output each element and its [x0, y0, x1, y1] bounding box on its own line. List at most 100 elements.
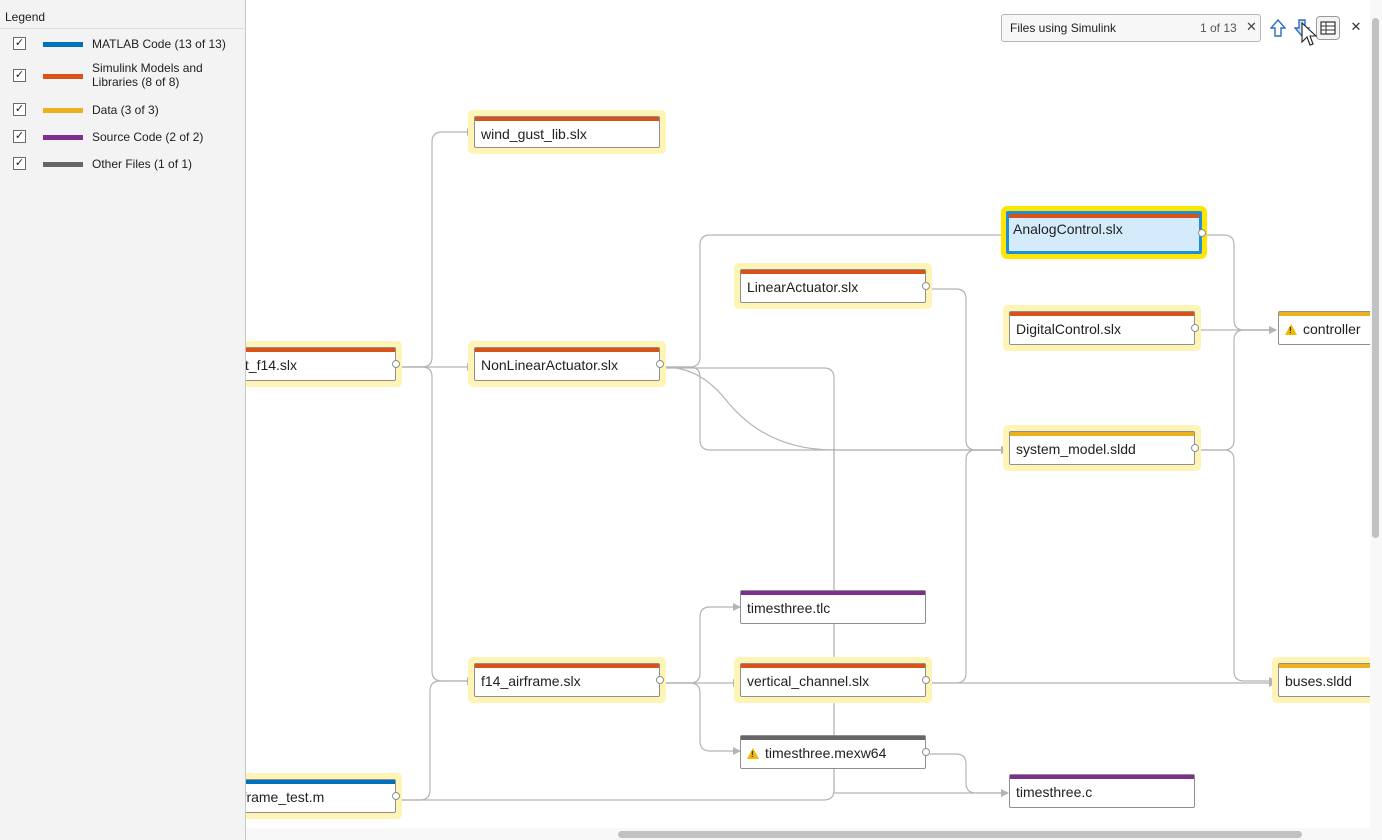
node-vertical-channel[interactable]: vertical_channel.slx — [734, 657, 932, 703]
edge-nonlinear-to-systemmodel — [664, 366, 1009, 454]
node-port[interactable] — [392, 792, 400, 800]
edge-nonlinear-cross — [663, 366, 1008, 451]
node-label-wrap: timesthree.mexw64 — [747, 745, 886, 761]
node-label: vertical_channel.slx — [747, 673, 870, 689]
node-type-bar — [1010, 312, 1194, 316]
node-timesthree-mexw64[interactable]: timesthree.mexw64 — [734, 729, 932, 775]
horizontal-scroll-thumb[interactable] — [618, 831, 1302, 838]
node-box: wind_gust_lib.slx — [474, 116, 660, 148]
node-timesthree-tlc[interactable]: timesthree.tlc — [734, 584, 932, 630]
close-search-button[interactable]: ✕ — [1344, 16, 1368, 40]
node-port[interactable] — [922, 748, 930, 756]
close-icon: ✕ — [1350, 19, 1362, 34]
node-label: system_model.sldd — [1016, 441, 1136, 457]
checkbox-source-code[interactable]: ✓ — [13, 130, 26, 143]
node-port[interactable] — [922, 282, 930, 290]
node-label: controller — [1303, 321, 1361, 337]
edge-project-to-windgust — [400, 128, 475, 368]
node-port[interactable] — [656, 360, 664, 368]
node-box: timesthree.c — [1009, 774, 1195, 808]
clear-search-icon[interactable]: ✕ — [1246, 19, 1257, 35]
node-port[interactable] — [1191, 444, 1199, 452]
edge-vertical-to-systemmodel — [930, 449, 1008, 684]
node-airframe-test[interactable]: airframe_test.m — [246, 773, 402, 819]
node-label: DigitalControl.slx — [1016, 321, 1122, 337]
node-port[interactable] — [392, 360, 400, 368]
node-type-bar — [741, 664, 925, 668]
node-port[interactable] — [656, 676, 664, 684]
swatch-matlab-code — [43, 42, 83, 47]
node-timesthree-c[interactable]: timesthree.c — [1003, 768, 1201, 814]
node-box: timesthree.tlc — [740, 590, 926, 624]
node-label: timesthree.mexw64 — [765, 745, 887, 761]
horizontal-scrollbar[interactable] — [246, 828, 1370, 840]
node-label: AnalogControl.slx — [1013, 221, 1123, 237]
node-type-bar — [246, 780, 395, 784]
node-type-bar — [1010, 432, 1194, 436]
node-type-bar — [741, 591, 925, 595]
node-port[interactable] — [1191, 324, 1199, 332]
previous-result-button[interactable] — [1266, 16, 1290, 40]
table-icon — [1320, 21, 1336, 35]
node-box: controller — [1278, 311, 1382, 345]
checkbox-matlab-code[interactable]: ✓ — [13, 37, 26, 50]
legend-label-simulink: Simulink Models and Libraries (8 of 8) — [92, 61, 203, 89]
node-linear-actuator[interactable]: LinearActuator.slx — [734, 263, 932, 309]
search-field[interactable]: Files using Simulink 1 of 13 ✕ — [1001, 14, 1261, 42]
node-digital-control[interactable]: DigitalControl.slx — [1003, 305, 1201, 351]
node-box: ject_f14.slx — [246, 347, 400, 381]
node-wind-gust-lib[interactable]: wind_gust_lib.slx — [468, 110, 666, 154]
node-box: buses.sldd — [1278, 663, 1382, 697]
edge-analog-to-controller — [1199, 234, 1277, 334]
node-type-bar — [1009, 214, 1199, 218]
checkbox-other-files[interactable]: ✓ — [13, 157, 26, 170]
node-type-bar — [1010, 775, 1194, 779]
node-analog-control-selected[interactable]: AnalogControl.slx — [1001, 206, 1207, 259]
node-box: AnalogControl.slx — [1006, 211, 1206, 254]
warning-icon — [747, 748, 759, 759]
edge-f14-to-mexw64 — [664, 682, 741, 755]
node-port[interactable] — [922, 676, 930, 684]
vertical-scroll-thumb[interactable] — [1372, 18, 1379, 538]
node-type-bar — [1279, 312, 1382, 316]
checkbox-simulink[interactable]: ✓ — [13, 69, 26, 82]
node-box: LinearActuator.slx — [740, 269, 930, 303]
node-type-bar — [475, 348, 659, 352]
node-type-bar — [741, 736, 925, 740]
node-box: airframe_test.m — [246, 779, 400, 813]
node-port[interactable] — [1198, 228, 1206, 237]
vertical-scrollbar[interactable] — [1370, 0, 1382, 840]
table-view-button[interactable] — [1316, 16, 1340, 40]
node-label: ject_f14.slx — [246, 357, 298, 373]
legend-label-data: Data (3 of 3) — [92, 103, 159, 117]
swatch-simulink — [43, 74, 83, 79]
node-type-bar — [246, 348, 395, 352]
node-label: NonLinearActuator.slx — [481, 357, 618, 373]
legend-panel: Legend ✓ MATLAB Code (13 of 13) ✓ Simuli… — [0, 0, 246, 840]
node-label: airframe_test.m — [246, 789, 325, 805]
node-project-f14[interactable]: ject_f14.slx — [246, 341, 402, 387]
edge-systemmodel-to-buses — [1199, 449, 1277, 685]
edge-mexw64-to-timesthreec — [930, 753, 1009, 797]
node-type-bar — [475, 664, 659, 668]
search-result-count: 1 of 13 — [1200, 21, 1237, 35]
node-system-model[interactable]: system_model.sldd — [1003, 425, 1201, 471]
node-box: vertical_channel.slx — [740, 663, 930, 697]
node-controller[interactable]: controller — [1272, 305, 1382, 351]
warning-icon — [1285, 324, 1297, 335]
node-label: timesthree.tlc — [747, 600, 831, 616]
node-buses[interactable]: buses.sldd — [1272, 657, 1382, 703]
graph-edges — [400, 128, 1277, 801]
node-box: DigitalControl.slx — [1009, 311, 1199, 345]
legend-divider — [0, 28, 246, 29]
node-label: wind_gust_lib.slx — [481, 126, 587, 142]
dependency-graph-canvas[interactable]: wind_gust_lib.slx ject_f14.slx NonLinear… — [246, 0, 1382, 840]
checkbox-data[interactable]: ✓ — [13, 103, 26, 116]
node-nonlinear-actuator[interactable]: NonLinearActuator.slx — [468, 341, 666, 387]
edge-project-to-f14airframe — [400, 366, 475, 685]
swatch-source-code — [43, 135, 83, 140]
node-label: f14_airframe.slx — [481, 673, 581, 689]
swatch-data — [43, 108, 83, 113]
node-f14-airframe[interactable]: f14_airframe.slx — [468, 657, 666, 703]
node-label: timesthree.c — [1016, 784, 1093, 800]
